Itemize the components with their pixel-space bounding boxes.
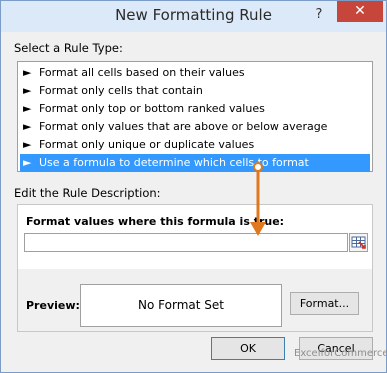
rule-item-label: Use a formula to determine which cells t…: [39, 156, 309, 169]
rule-item-label: Format all cells based on their values: [39, 66, 245, 79]
arrow-icon: ►: [23, 66, 32, 79]
arrow-icon: ►: [23, 120, 32, 133]
rule-item-above-below-average[interactable]: ► Format only values that are above or be…: [20, 118, 370, 136]
close-button[interactable]: ✕: [337, 1, 383, 22]
formula-panel: Format values where this formula is true…: [18, 205, 372, 269]
arrow-icon: ►: [23, 138, 32, 151]
rule-type-label: Select a Rule Type:: [14, 41, 123, 55]
preview-box: No Format Set: [80, 284, 282, 327]
arrow-icon: ►: [23, 156, 32, 169]
rule-item-label: Format only top or bottom ranked values: [39, 102, 265, 115]
formula-label: Format values where this formula is true…: [26, 215, 285, 228]
rule-item-label: Format only cells that contain: [39, 84, 203, 97]
arrow-icon: ►: [23, 84, 32, 97]
rule-type-list[interactable]: ► Format all cells based on their values …: [17, 61, 373, 172]
rule-item-use-formula[interactable]: ► Use a formula to determine which cells …: [20, 154, 370, 172]
rule-item-label: Format only values that are above or bel…: [39, 120, 328, 133]
rule-description-panel: Format values where this formula is true…: [17, 204, 373, 332]
new-formatting-rule-dialog: New Formatting Rule ? ✕ Select a Rule Ty…: [0, 0, 387, 373]
help-button[interactable]: ?: [309, 5, 329, 25]
rule-item-cells-contain[interactable]: ► Format only cells that contain: [20, 82, 370, 100]
ok-button[interactable]: OK: [211, 337, 285, 360]
collapse-dialog-button[interactable]: [349, 233, 368, 252]
title-bar[interactable]: New Formatting Rule ? ✕: [1, 1, 386, 32]
range-select-icon: [351, 236, 366, 249]
format-button[interactable]: Format...: [290, 292, 359, 315]
formula-input[interactable]: [24, 233, 348, 252]
rule-item-top-bottom[interactable]: ► Format only top or bottom ranked values: [20, 100, 370, 118]
rule-item-label: Format only unique or duplicate values: [39, 138, 255, 151]
rule-item-all-cells[interactable]: ► Format all cells based on their values: [20, 64, 370, 82]
arrow-icon: ►: [23, 102, 32, 115]
preview-label: Preview:: [26, 299, 80, 312]
rule-item-unique-duplicate[interactable]: ► Format only unique or duplicate values: [20, 136, 370, 154]
watermark-logo: ExcelforCommerce: [294, 348, 387, 359]
rule-description-label: Edit the Rule Description:: [14, 186, 161, 200]
